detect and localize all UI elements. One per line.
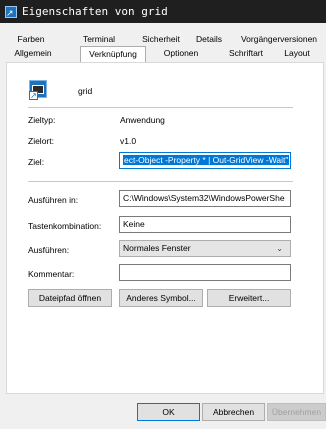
- ausfuehren-select[interactable]: Normales Fenster ⌄: [119, 240, 291, 257]
- ausfuehren-in-input[interactable]: C:\Windows\System32\WindowsPowerShe: [119, 190, 291, 207]
- tab-layout[interactable]: Layout: [282, 47, 312, 60]
- tab-farben[interactable]: Farben: [15, 33, 47, 46]
- powershell-shortcut-icon: ↗: [29, 80, 49, 100]
- tab-optionen[interactable]: Optionen: [160, 47, 202, 60]
- title-bar[interactable]: ↗ Eigenschaften von grid: [0, 0, 326, 23]
- zieltyp-label: Zieltyp:: [28, 115, 56, 125]
- ziel-input-text: ect-Object -Property * | Out-GridView -W…: [123, 155, 290, 165]
- zielort-value: v1.0: [120, 136, 137, 146]
- tastenkombination-input[interactable]: Keine: [119, 216, 291, 233]
- tab-terminal[interactable]: Terminal: [79, 33, 119, 46]
- abbrechen-button[interactable]: Abbrechen: [202, 403, 265, 421]
- window-title: Eigenschaften von grid: [22, 5, 168, 18]
- anderes-symbol-button[interactable]: Anderes Symbol...: [119, 289, 203, 307]
- shortcut-name: grid: [78, 86, 93, 96]
- chevron-down-icon: ⌄: [276, 244, 283, 253]
- uebernehmen-button[interactable]: Übernehmen: [267, 403, 326, 421]
- erweitert-button[interactable]: Erweitert...: [207, 289, 291, 307]
- zielort-label: Zielort:: [28, 136, 54, 146]
- tab-verknuepfung[interactable]: Verknüpfung: [80, 46, 146, 62]
- tab-sicherheit[interactable]: Sicherheit: [136, 33, 186, 46]
- kommentar-input[interactable]: [119, 264, 291, 281]
- tab-vorgaengerversionen[interactable]: Vorgängerversionen: [236, 33, 322, 46]
- dateipfad-oeffnen-button[interactable]: Dateipfad öffnen: [28, 289, 112, 307]
- tab-details[interactable]: Details: [192, 33, 226, 46]
- tab-allgemein[interactable]: Allgemein: [11, 47, 55, 60]
- ok-button[interactable]: OK: [137, 403, 200, 421]
- ausfuehren-select-value: Normales Fenster: [123, 243, 191, 253]
- separator: [28, 107, 293, 108]
- ausfuehren-in-label: Ausführen in:: [28, 195, 79, 205]
- kommentar-label: Kommentar:: [28, 269, 75, 279]
- separator: [28, 181, 293, 182]
- zieltyp-value: Anwendung: [120, 115, 165, 125]
- ziel-label: Ziel:: [28, 157, 45, 167]
- shortcut-app-icon: ↗: [5, 5, 17, 18]
- tab-schriftart[interactable]: Schriftart: [222, 47, 270, 60]
- ziel-input[interactable]: ect-Object -Property * | Out-GridView -W…: [119, 152, 291, 169]
- ausfuehren-label: Ausführen:: [28, 245, 70, 255]
- tastenkombination-label: Tastenkombination:: [28, 221, 102, 231]
- tab-strip: Farben Terminal Sicherheit Details Vorgä…: [0, 27, 326, 63]
